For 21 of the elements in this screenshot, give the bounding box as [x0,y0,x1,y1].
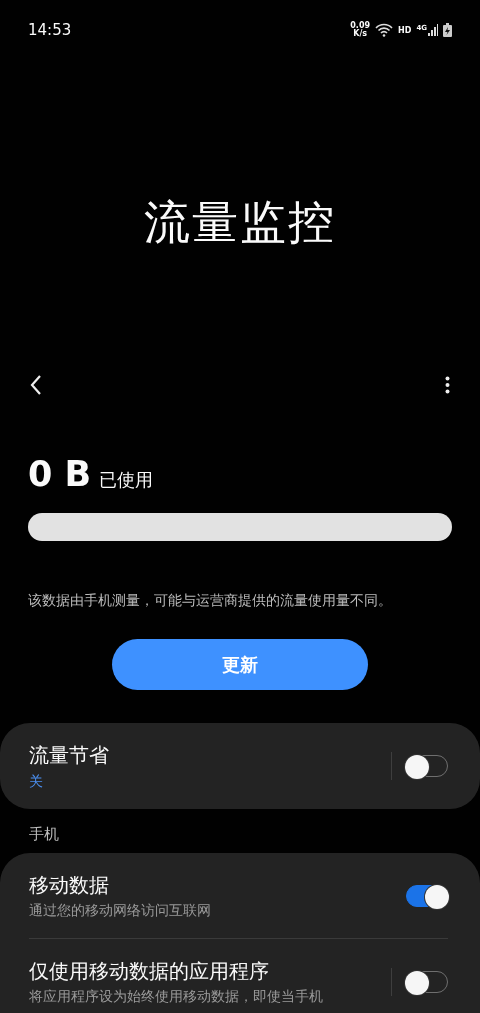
signal-icon [428,24,438,36]
toggle-switch[interactable] [406,884,448,907]
back-icon[interactable] [30,375,42,395]
setting-title: 移动数据 [29,871,110,899]
setting-description: 通过您的移动网络访问互联网 [29,901,212,920]
setting-title: 流量节省 [29,741,110,769]
setting-status: 关 [29,772,44,791]
clock: 14:53 [28,21,72,39]
hd-label: HD [398,25,412,35]
more-options-icon[interactable] [445,376,450,394]
wifi-icon [375,23,394,37]
setting-description: 将应用程序设为始终使用移动数据，即使当手机 [29,987,324,1006]
section-header: 手机 [28,824,60,845]
page-title: 流量监控 [144,195,336,249]
network-speed: 0.09 K/s [350,22,371,38]
setting-title: 仅使用移动数据的应用程序 [29,957,270,985]
usage-label: 已使用 [99,468,154,492]
usage-amount: 0 B [28,453,92,496]
battery-charging-icon [443,23,452,37]
update-button[interactable]: 更新 [112,639,368,690]
info-note: 该数据由手机测量，可能与运营商提供的流量使用量不同。 [28,591,393,610]
